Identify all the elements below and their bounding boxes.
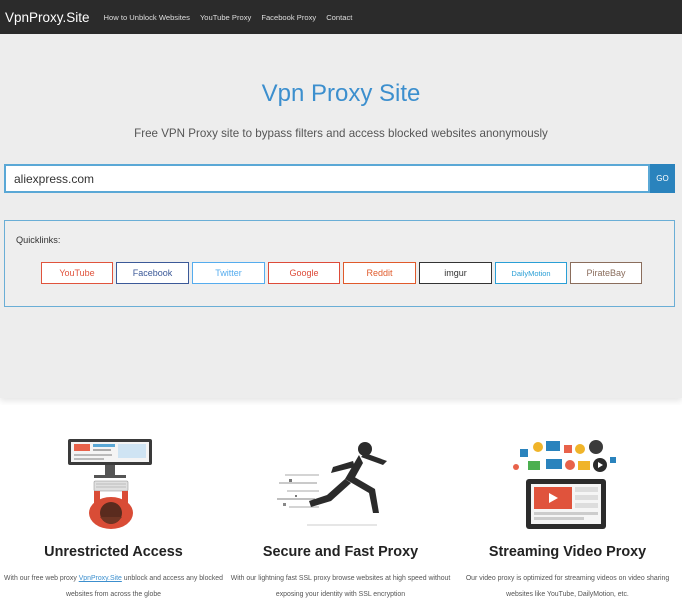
page-subtitle: Free VPN Proxy site to bypass filters an… — [134, 127, 548, 140]
quicklink-piratebay[interactable]: PirateBay — [570, 262, 642, 284]
url-form: GO — [4, 164, 675, 193]
feature-streaming-video-proxy: Streaming Video Proxy Our video proxy is… — [454, 405, 681, 600]
feature-text-part: With our free web proxy — [4, 575, 79, 582]
feature-title: Streaming Video Proxy — [488, 544, 647, 560]
feature-text: With our free web proxy VpnProxy.Site un… — [0, 571, 227, 603]
feature-text: Our video proxy is optimized for streami… — [465, 575, 670, 598]
go-button[interactable]: GO — [650, 164, 675, 193]
quicklink-imgur[interactable]: imgur — [419, 262, 492, 284]
nav-link-youtube-proxy[interactable]: YouTube Proxy — [195, 13, 256, 22]
inline-link-vpnproxy[interactable]: VpnProxy.Site — [79, 575, 122, 582]
features-section: Unrestricted Access With our free web pr… — [0, 405, 682, 600]
page-title: Vpn Proxy Site — [261, 80, 421, 107]
video-streaming-illustration — [513, 440, 616, 529]
nav-link-facebook-proxy[interactable]: Facebook Proxy — [256, 13, 321, 22]
url-input[interactable] — [4, 164, 650, 193]
hero-section: Vpn Proxy Site Free VPN Proxy site to by… — [0, 34, 682, 398]
computer-user-illustration — [68, 439, 152, 529]
feature-title: Unrestricted Access — [44, 544, 183, 560]
quicklinks-label: Quicklinks: — [16, 235, 61, 245]
nav-link-contact[interactable]: Contact — [321, 13, 357, 22]
quicklink-dailymotion[interactable]: DailyMotion — [495, 262, 567, 284]
feature-unrestricted-access: Unrestricted Access With our free web pr… — [0, 405, 227, 600]
quicklink-facebook[interactable]: Facebook — [116, 262, 189, 284]
navbar: VpnProxy.Site How to Unblock Websites Yo… — [0, 0, 682, 34]
feature-text: With our lightning fast SSL proxy browse… — [230, 575, 451, 598]
nav-link-how-to-unblock[interactable]: How to Unblock Websites — [99, 13, 195, 22]
feature-secure-fast-proxy: Secure and Fast Proxy With our lightning… — [227, 405, 454, 600]
runner-illustration — [277, 442, 387, 526]
quicklink-twitter[interactable]: Twitter — [192, 262, 265, 284]
quicklink-reddit[interactable]: Reddit — [343, 262, 416, 284]
quicklinks-row: YouTube Facebook Twitter Google Reddit i… — [41, 262, 642, 284]
quicklink-youtube[interactable]: YouTube — [41, 262, 113, 284]
brand-logo[interactable]: VpnProxy.Site — [0, 10, 99, 25]
nav-links: How to Unblock Websites YouTube Proxy Fa… — [99, 13, 358, 22]
feature-title: Secure and Fast Proxy — [262, 544, 419, 560]
quicklink-google[interactable]: Google — [268, 262, 340, 284]
quicklinks-panel: Quicklinks: YouTube Facebook Twitter Goo… — [4, 220, 675, 307]
